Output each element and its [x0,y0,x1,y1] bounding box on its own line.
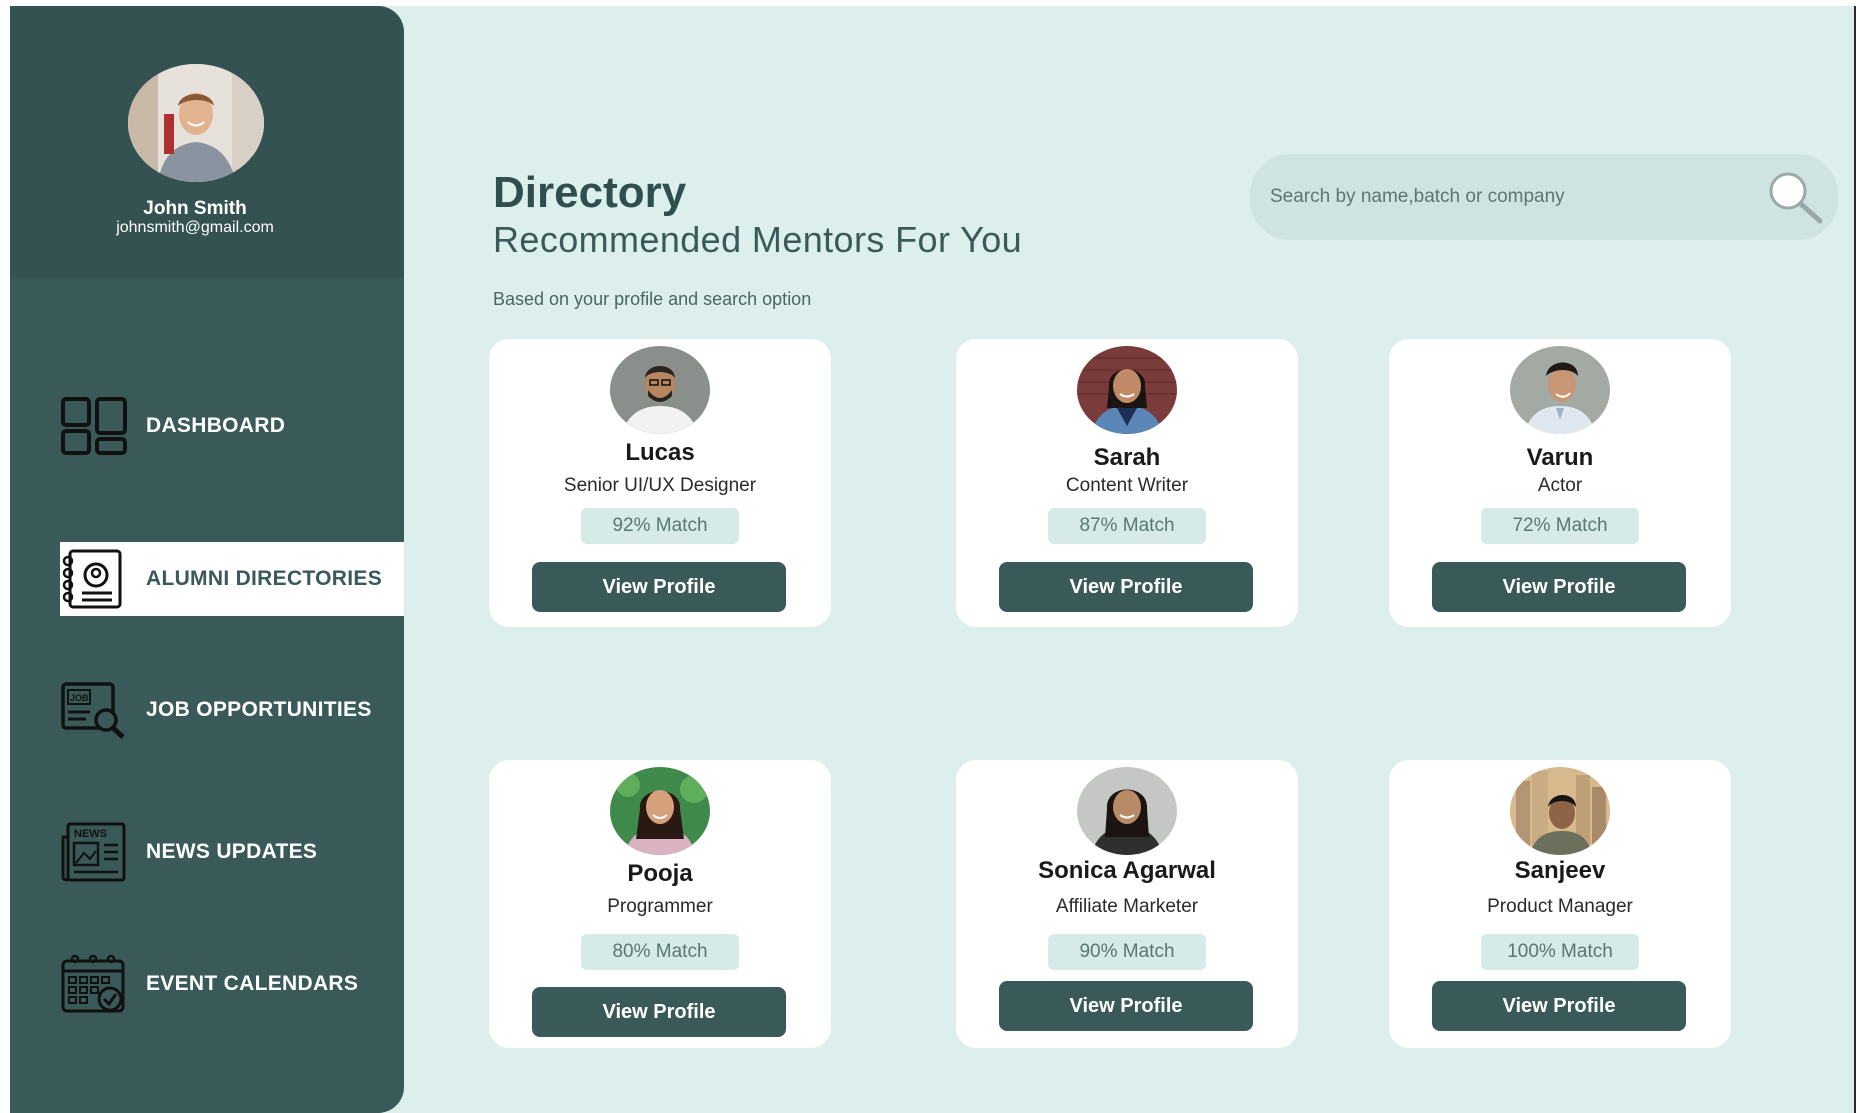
calendar-check-icon [60,952,128,1016]
mentor-name: Pooja [627,860,693,887]
mentor-card-sonica-agarwal: Sonica Agarwal Affiliate Marketer 90% Ma… [956,760,1298,1048]
sidebar-item-dashboard[interactable]: DASHBOARD [60,389,404,463]
sidebar-item-label: NEWS UPDATES [146,840,318,863]
job-search-icon: JOB [60,678,128,742]
user-email: johnsmith@gmail.com [116,219,274,236]
page-subtitle: Recommended Mentors For You [493,219,1023,260]
mentor-name: Sanjeev [1514,857,1606,884]
search-icon[interactable] [1764,166,1826,228]
svg-text:JOB: JOB [70,693,89,703]
user-name: John Smith [143,198,247,219]
match-badge: 87% Match [1048,508,1206,544]
sidebar-item-label: EVENT CALENDARS [146,972,359,995]
mentor-name: Sonica Agarwal [1038,857,1216,884]
mentor-role: Content Writer [1065,475,1189,496]
mentor-role: Programmer [607,896,713,917]
mentor-avatar [1510,767,1610,855]
view-profile-button[interactable]: View Profile [999,981,1253,1031]
mentor-name: Varun [1526,444,1594,471]
match-badge: 100% Match [1481,934,1639,970]
view-profile-button[interactable]: View Profile [532,562,786,612]
dashboard-grid-icon [60,394,128,458]
view-profile-button[interactable]: View Profile [1432,562,1686,612]
app-window: John Smith johnsmith@gmail.com DASHBOARD [10,6,1856,1113]
directory-book-icon [60,547,128,611]
sidebar-item-news-updates[interactable]: NEWS NEWS UPDATES [60,815,404,889]
mentor-avatar [1510,346,1610,434]
mentor-card-lucas: Lucas Senior UI/UX Designer 92% Match Vi… [489,339,831,627]
sidebar-item-alumni-directories[interactable]: ALUMNI DIRECTORIES [60,542,404,616]
match-badge: 90% Match [1048,934,1206,970]
mentor-card-varun: Varun Actor 72% Match View Profile [1389,339,1731,627]
view-profile-button[interactable]: View Profile [532,987,786,1037]
match-badge: 92% Match [581,508,739,544]
view-profile-button[interactable]: View Profile [1432,981,1686,1031]
sidebar: John Smith johnsmith@gmail.com DASHBOARD [10,6,404,1113]
mentor-role: Product Manager [1487,896,1633,917]
page-hint: Based on your profile and search option [493,289,812,309]
sidebar-item-job-opportunities[interactable]: JOB JOB OPPORTUNITIES [60,673,404,747]
sidebar-item-label: DASHBOARD [146,414,286,437]
view-profile-button[interactable]: View Profile [999,562,1253,612]
svg-text:NEWS: NEWS [74,828,107,840]
mentor-card-sanjeev: Sanjeev Product Manager 100% Match View … [1389,760,1731,1048]
mentor-card-pooja: Pooja Programmer 80% Match View Profile [489,760,831,1048]
mentor-role: Senior UI/UX Designer [563,475,757,496]
mentor-avatar [1077,346,1177,434]
mentor-role: Actor [1537,475,1583,496]
search-input[interactable] [1270,174,1750,220]
mentor-name: Sarah [1093,444,1161,471]
sidebar-item-label: ALUMNI DIRECTORIES [146,567,383,590]
match-badge: 80% Match [581,934,739,970]
sidebar-item-label: JOB OPPORTUNITIES [146,698,372,721]
mentor-avatar [1077,767,1177,855]
search-bar [1250,154,1838,240]
mentor-role: Affiliate Marketer [1055,896,1199,917]
mentor-name: Lucas [625,439,695,466]
profile-header: John Smith johnsmith@gmail.com [10,6,404,278]
page-title: Directory [493,168,687,217]
mentor-card-sarah: Sarah Content Writer 87% Match View Prof… [956,339,1298,627]
match-badge: 72% Match [1481,508,1639,544]
mentor-avatar [610,767,710,855]
sidebar-item-event-calendars[interactable]: EVENT CALENDARS [60,947,404,1021]
newspaper-icon: NEWS [60,820,128,884]
mentor-avatar [610,346,710,434]
user-avatar[interactable] [128,64,264,182]
